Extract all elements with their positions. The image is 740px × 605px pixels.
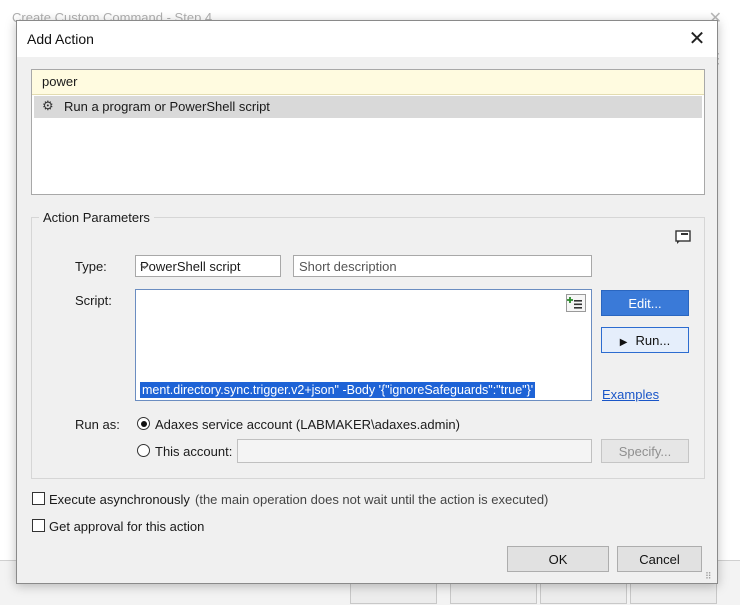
account-input	[237, 439, 592, 463]
dialog-title: Add Action	[27, 31, 94, 47]
resize-grip-icon[interactable]: ⠿	[705, 571, 712, 582]
action-search-row[interactable]: power	[32, 70, 704, 95]
type-label: Type:	[75, 259, 107, 274]
insert-variable-icon[interactable]	[566, 294, 586, 312]
script-selected-text: ment.directory.sync.trigger.v2+json" -Bo…	[140, 382, 536, 398]
action-list[interactable]: power ⚙ Run a program or PowerShell scri…	[31, 69, 705, 195]
run-button[interactable]: ▶ Run...	[601, 327, 689, 353]
approval-label[interactable]: Get approval for this action	[49, 519, 204, 534]
execute-async-checkbox[interactable]	[32, 492, 45, 505]
ok-button[interactable]: OK	[507, 546, 609, 572]
comment-icon[interactable]	[675, 229, 693, 245]
this-account-option-label[interactable]: This account:	[155, 444, 232, 459]
service-account-radio[interactable]	[137, 417, 150, 430]
chevron-down-icon: ⌵	[140, 258, 150, 272]
examples-link[interactable]: Examples	[602, 387, 659, 402]
close-icon[interactable]: ✕	[683, 25, 711, 53]
script-editor[interactable]: ment.directory.sync.trigger.v2+json" -Bo…	[135, 289, 592, 401]
add-action-dialog: Add Action ✕ power ⚙ Run a program or Po…	[16, 20, 718, 584]
approval-checkbox[interactable]	[32, 519, 45, 532]
execute-async-note: (the main operation does not wait until …	[195, 492, 549, 507]
short-description-input[interactable]	[293, 255, 592, 277]
play-icon: ▶	[619, 336, 628, 348]
this-account-radio[interactable]	[137, 444, 150, 457]
run-button-label: Run...	[635, 332, 671, 348]
run-as-label: Run as:	[75, 417, 120, 432]
edit-button[interactable]: Edit...	[601, 290, 689, 316]
action-parameters-label: Action Parameters	[39, 210, 154, 225]
action-search-value: power	[42, 74, 78, 89]
gear-icon: ⚙	[42, 98, 54, 113]
service-account-option-label[interactable]: Adaxes service account (LABMAKER\adaxes.…	[155, 417, 460, 432]
list-item-label: Run a program or PowerShell script	[64, 99, 270, 114]
list-item[interactable]: ⚙ Run a program or PowerShell script	[34, 96, 702, 118]
execute-async-label[interactable]: Execute asynchronously	[49, 492, 190, 507]
specify-button: Specify...	[601, 439, 689, 463]
script-label: Script:	[75, 293, 112, 308]
cancel-button[interactable]: Cancel	[617, 546, 702, 572]
type-select[interactable]: PowerShell script ⌵	[135, 255, 281, 277]
dialog-titlebar: Add Action ✕	[17, 21, 717, 57]
